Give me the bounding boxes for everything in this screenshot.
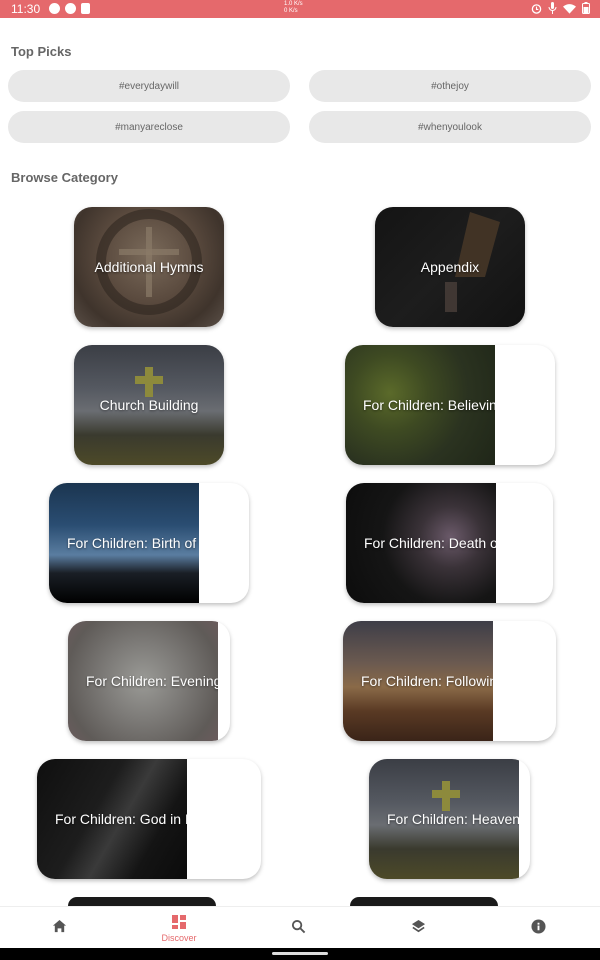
browse-category-title: Browse Category xyxy=(11,170,118,185)
category-label: Church Building xyxy=(99,397,199,413)
nav-discover-label: Discover xyxy=(161,933,197,943)
notification-icons xyxy=(49,3,90,14)
category-card-for-children-death[interactable]: For Children: Death of xyxy=(346,483,553,603)
category-card-partial[interactable] xyxy=(350,897,498,906)
category-card-church-building[interactable]: Church Building xyxy=(74,345,224,465)
category-card-for-children-god-in[interactable]: For Children: God in Pr xyxy=(37,759,261,879)
alarm-icon xyxy=(531,3,542,14)
file-icon xyxy=(81,3,90,14)
bottom-navigation: Discover xyxy=(0,906,600,949)
category-label: For Children: Evening xyxy=(86,673,218,689)
category-label: Additional Hymns xyxy=(94,259,204,275)
upload-speed: 1.0 K/s xyxy=(284,1,303,7)
status-time: 11:30 xyxy=(11,2,41,16)
whatsapp-icon xyxy=(65,3,76,14)
chip-whenyoulook[interactable]: #whenyoulook xyxy=(309,111,591,143)
category-card-for-children-following[interactable]: For Children: Following xyxy=(343,621,556,741)
battery-icon xyxy=(582,2,590,14)
category-image-clip: For Children: Death of xyxy=(346,483,496,603)
nav-layers[interactable] xyxy=(359,907,479,949)
category-card-for-children-birth[interactable]: For Children: Birth of C xyxy=(49,483,249,603)
category-label: Appendix xyxy=(420,259,480,275)
nav-info[interactable] xyxy=(479,907,599,949)
system-navigation-bar xyxy=(0,948,600,960)
download-speed: 0 K/s xyxy=(284,8,298,14)
search-icon xyxy=(291,919,306,934)
category-card-additional-hymns[interactable]: Additional Hymns xyxy=(74,207,224,327)
category-image-clip: For Children: Believing xyxy=(345,345,495,465)
wifi-icon xyxy=(563,3,576,14)
category-label: For Children: Believing xyxy=(363,397,495,413)
nav-home[interactable] xyxy=(0,907,120,949)
category-card-for-children-heaven[interactable]: For Children: Heaven xyxy=(369,759,530,879)
home-icon xyxy=(52,919,67,933)
discover-icon xyxy=(172,915,186,929)
category-image-clip: For Children: Heaven xyxy=(369,759,519,879)
category-card-for-children-evening[interactable]: For Children: Evening xyxy=(68,621,230,741)
layers-icon xyxy=(411,919,426,933)
category-label: For Children: God in Pr xyxy=(55,811,187,827)
category-label: For Children: Following xyxy=(361,673,493,689)
mic-icon xyxy=(548,2,557,14)
top-picks-title: Top Picks xyxy=(11,44,72,59)
category-image-clip: For Children: Birth of C xyxy=(49,483,199,603)
nav-search[interactable] xyxy=(239,907,359,949)
network-speed: 1.0 K/s 0 K/s xyxy=(284,1,303,15)
chip-everydaywill[interactable]: #everydaywill xyxy=(8,70,290,102)
category-card-appendix[interactable]: Appendix xyxy=(375,207,525,327)
chip-othejoy[interactable]: #othejoy xyxy=(309,70,591,102)
category-image-clip: For Children: God in Pr xyxy=(37,759,187,879)
status-bar: 11:30 1.0 K/s 0 K/s xyxy=(0,0,600,18)
category-label: For Children: Death of xyxy=(364,535,496,551)
system-icons xyxy=(531,2,590,14)
home-gesture-pill[interactable] xyxy=(272,952,328,955)
chip-manyareclose[interactable]: #manyareclose xyxy=(8,111,290,143)
info-icon xyxy=(531,919,546,934)
category-image-clip: For Children: Evening xyxy=(68,621,218,741)
category-label: For Children: Birth of C xyxy=(67,535,199,551)
category-card-for-children-believing[interactable]: For Children: Believing xyxy=(345,345,555,465)
app-notification-icon xyxy=(49,3,60,14)
nav-discover[interactable]: Discover xyxy=(119,907,239,949)
category-label: For Children: Heaven xyxy=(387,811,519,827)
category-card-partial[interactable] xyxy=(68,897,216,906)
category-image-clip: For Children: Following xyxy=(343,621,493,741)
